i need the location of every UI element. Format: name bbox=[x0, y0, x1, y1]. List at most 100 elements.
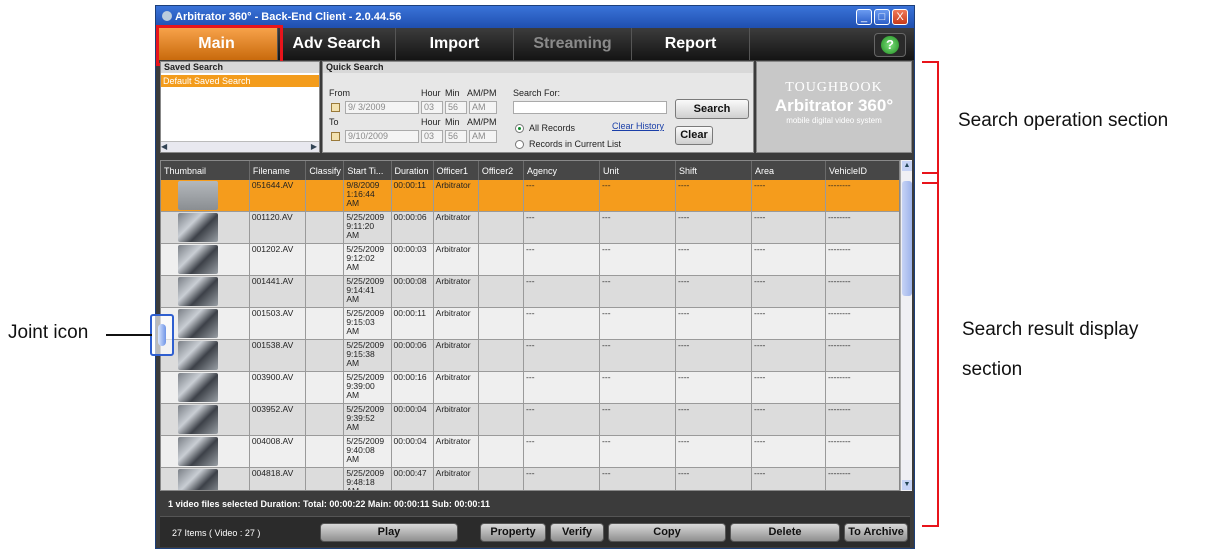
cell-shift: ---- bbox=[675, 371, 753, 404]
from-date-picker[interactable]: 9/ 3/2009 bbox=[345, 101, 419, 114]
column-header[interactable]: Officer1 bbox=[433, 161, 479, 180]
column-header[interactable]: Filename bbox=[249, 161, 307, 180]
to-label: To bbox=[329, 117, 339, 127]
property-button[interactable]: Property bbox=[480, 523, 546, 542]
from-ampm-spinner[interactable]: AM bbox=[469, 101, 497, 114]
cell-start-time: 5/25/2009 9:15:03 AM bbox=[343, 307, 392, 340]
column-header[interactable]: VehicleID bbox=[825, 161, 899, 180]
to-ampm-spinner[interactable]: AM bbox=[469, 130, 497, 143]
clear-button[interactable]: Clear bbox=[675, 126, 713, 145]
table-row[interactable]: 051644.AV 9/8/2009 1:16:44 AM 00:00:11 Arbi… bbox=[161, 180, 899, 212]
from-checkbox[interactable] bbox=[331, 103, 340, 112]
minimize-button[interactable]: _ bbox=[856, 9, 872, 25]
scroll-thumb[interactable] bbox=[902, 181, 912, 296]
clear-history-link[interactable]: Clear History bbox=[612, 121, 664, 131]
maximize-button[interactable]: □ bbox=[874, 9, 890, 25]
cell-area: ---- bbox=[751, 403, 826, 436]
video-thumbnail[interactable] bbox=[178, 277, 218, 306]
scroll-down-icon[interactable]: ▼ bbox=[902, 480, 912, 490]
cell-filename: 001120.AV bbox=[249, 211, 307, 244]
cell-officer2 bbox=[478, 275, 525, 308]
cell-filename: 004008.AV bbox=[249, 435, 307, 468]
cell-agency: --- bbox=[523, 180, 601, 212]
main-tab-highlight bbox=[156, 25, 283, 66]
tab-import[interactable]: Import bbox=[396, 28, 514, 60]
column-header[interactable]: Area bbox=[751, 161, 826, 180]
to-checkbox[interactable] bbox=[331, 132, 340, 141]
cell-officer1: Arbitrator bbox=[433, 467, 479, 490]
records-in-list-radio[interactable] bbox=[515, 140, 524, 149]
cell-unit: --- bbox=[599, 339, 677, 372]
column-header[interactable]: Agency bbox=[523, 161, 601, 180]
search-result-table: Thumbnail Filename Classify Start Ti... Dura… bbox=[160, 160, 900, 491]
scroll-up-icon[interactable]: ▲ bbox=[902, 161, 912, 171]
table-row[interactable]: 004818.AV 5/25/2009 9:48:18 AM 00:00:47 Arb… bbox=[161, 467, 899, 490]
tab-report[interactable]: Report bbox=[632, 28, 750, 60]
verify-button[interactable]: Verify bbox=[550, 523, 604, 542]
cell-agency: --- bbox=[523, 371, 601, 404]
video-thumbnail[interactable] bbox=[178, 437, 218, 466]
tab-streaming[interactable]: Streaming bbox=[514, 28, 632, 60]
cell-filename: 001202.AV bbox=[249, 243, 307, 276]
joint-icon[interactable] bbox=[150, 314, 174, 356]
column-header[interactable]: Duration bbox=[391, 161, 434, 180]
delete-button[interactable]: Delete bbox=[730, 523, 840, 542]
play-button[interactable]: Play bbox=[320, 523, 458, 542]
video-thumbnail[interactable] bbox=[178, 373, 218, 402]
cell-start-time: 5/25/2009 9:40:08 AM bbox=[343, 435, 392, 468]
table-row[interactable]: 001441.AV 5/25/2009 9:14:41 AM 00:00:08 Arb… bbox=[161, 275, 899, 308]
search-for-input[interactable] bbox=[513, 101, 667, 114]
table-row[interactable]: 003900.AV 5/25/2009 9:39:00 AM 00:00:16 Arb… bbox=[161, 371, 899, 404]
table-row[interactable]: 001202.AV 5/25/2009 9:12:02 AM 00:00:03 Arb… bbox=[161, 243, 899, 276]
cell-officer2 bbox=[478, 467, 525, 490]
hour-label: Hour bbox=[421, 88, 441, 98]
column-header[interactable]: Officer2 bbox=[478, 161, 525, 180]
video-thumbnail[interactable] bbox=[178, 213, 218, 242]
from-hour-spinner[interactable]: 03 bbox=[421, 101, 443, 114]
saved-search-item[interactable]: Default Saved Search bbox=[161, 75, 319, 87]
vertical-scrollbar[interactable]: ▲ ▼ bbox=[900, 160, 912, 491]
cell-officer1: Arbitrator bbox=[433, 435, 479, 468]
all-records-radio[interactable] bbox=[515, 124, 524, 133]
copy-button[interactable]: Copy bbox=[608, 523, 726, 542]
scroll-left-icon[interactable]: ◀ bbox=[161, 142, 167, 151]
table-row[interactable]: 001538.AV 5/25/2009 9:15:38 AM 00:00:06 Arb… bbox=[161, 339, 899, 372]
column-header[interactable]: Start Ti... bbox=[343, 161, 392, 180]
saved-search-panel: Saved Search Default Saved Search ◀ ▶ bbox=[160, 61, 320, 153]
to-hour-spinner[interactable]: 03 bbox=[421, 130, 443, 143]
cell-officer1: Arbitrator bbox=[433, 211, 479, 244]
cell-area: ---- bbox=[751, 339, 826, 372]
video-thumbnail[interactable] bbox=[178, 469, 218, 490]
to-date-picker[interactable]: 9/10/2009 bbox=[345, 130, 419, 143]
video-thumbnail[interactable] bbox=[178, 245, 218, 274]
table-row[interactable]: 001503.AV 5/25/2009 9:15:03 AM 00:00:11 Arb… bbox=[161, 307, 899, 340]
video-thumbnail[interactable] bbox=[178, 181, 218, 210]
table-row[interactable]: 001120.AV 5/25/2009 9:11:20 AM 00:00:06 Arb… bbox=[161, 211, 899, 244]
search-op-bracket bbox=[922, 61, 939, 184]
search-result-callout: Search result display bbox=[962, 319, 1139, 340]
from-min-spinner[interactable]: 56 bbox=[445, 101, 467, 114]
cell-classify bbox=[305, 275, 345, 308]
scroll-right-icon[interactable]: ▶ bbox=[311, 142, 317, 152]
cell-classify bbox=[305, 467, 345, 490]
column-header[interactable]: Classify bbox=[305, 161, 345, 180]
close-button[interactable]: X bbox=[892, 9, 908, 25]
table-row[interactable]: 003952.AV 5/25/2009 9:39:52 AM 00:00:04 Arb… bbox=[161, 403, 899, 436]
column-header[interactable]: Unit bbox=[599, 161, 677, 180]
to-min-spinner[interactable]: 56 bbox=[445, 130, 467, 143]
cell-shift: ---- bbox=[675, 180, 753, 212]
video-thumbnail[interactable] bbox=[178, 341, 218, 370]
help-button[interactable]: ? bbox=[874, 33, 906, 57]
video-thumbnail[interactable] bbox=[178, 405, 218, 434]
column-header[interactable]: Shift bbox=[675, 161, 753, 180]
tab-adv-search[interactable]: Adv Search bbox=[278, 28, 396, 60]
horizontal-scrollbar[interactable]: ◀ ▶ bbox=[161, 141, 319, 152]
search-button[interactable]: Search bbox=[675, 99, 749, 119]
video-thumbnail[interactable] bbox=[178, 309, 218, 338]
cell-start-time: 5/25/2009 9:39:00 AM bbox=[343, 371, 392, 404]
column-header[interactable]: Thumbnail bbox=[161, 161, 250, 180]
cell-thumbnail bbox=[161, 339, 250, 372]
cell-shift: ---- bbox=[675, 339, 753, 372]
table-row[interactable]: 004008.AV 5/25/2009 9:40:08 AM 00:00:04 Arb… bbox=[161, 435, 899, 468]
to-archive-button[interactable]: To Archive bbox=[844, 523, 908, 542]
